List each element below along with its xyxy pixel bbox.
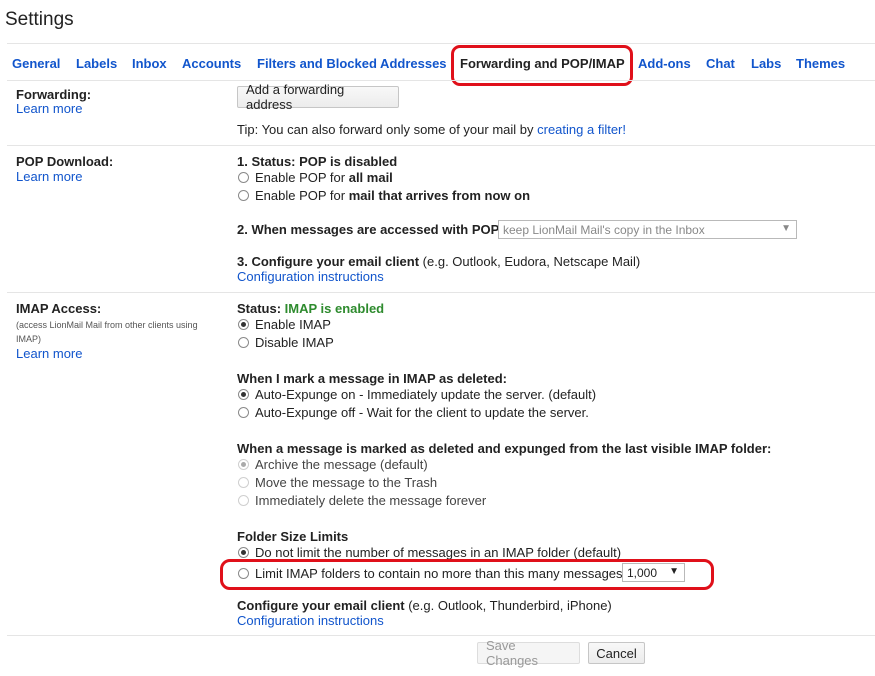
page-title: Settings (5, 9, 74, 30)
imap-status-prefix: Status: (237, 301, 285, 316)
radio-icon[interactable] (238, 477, 249, 488)
limit-count-value: 1,000 (627, 565, 658, 580)
tab-labs[interactable]: Labs (751, 56, 781, 71)
tab-themes[interactable]: Themes (796, 56, 845, 71)
save-changes-button[interactable]: Save Changes (477, 638, 580, 668)
pop-enable-all-bold: all mail (348, 170, 393, 185)
section-divider (7, 635, 875, 636)
radio-icon[interactable] (238, 459, 249, 470)
imap-note: (access LionMail Mail from other clients… (16, 320, 198, 344)
imap-title: IMAP Access: (16, 301, 102, 316)
tab-general[interactable]: General (12, 56, 60, 71)
radio-icon[interactable] (238, 389, 249, 400)
imap-enable-option[interactable]: Enable IMAP (238, 317, 331, 332)
radio-icon[interactable] (238, 547, 249, 558)
limit-option[interactable]: Limit IMAP folders to contain no more th… (238, 566, 623, 581)
tabs-divider (7, 43, 875, 44)
chevron-down-icon: ▼ (669, 566, 679, 577)
radio-icon[interactable] (238, 568, 249, 579)
imap-disable-label: Disable IMAP (255, 335, 334, 350)
trash-option[interactable]: Move the message to the Trash (238, 475, 437, 490)
pop-learn-more-link[interactable]: Learn more (16, 169, 82, 184)
auto-expunge-off-label: Auto-Expunge off - Wait for the client t… (255, 405, 589, 420)
creating-filter-link[interactable]: creating a filter! (537, 122, 626, 137)
tab-chat[interactable]: Chat (706, 56, 735, 71)
imap-configure-label: Configure your email client (237, 598, 405, 613)
imap-enable-label: Enable IMAP (255, 317, 331, 332)
limit-count-select[interactable]: 1,000 ▼ (622, 563, 685, 582)
forwarding-tip-text: Tip: You can also forward only some of y… (237, 122, 538, 137)
archive-label: Archive the message (default) (255, 457, 428, 472)
imap-learn-more-link[interactable]: Learn more (16, 346, 82, 361)
pop-enable-now-option[interactable]: Enable POP for mail that arrives from no… (238, 188, 530, 203)
imap-status-value: IMAP is enabled (284, 301, 385, 316)
no-limit-label: Do not limit the number of messages in a… (255, 545, 622, 560)
auto-expunge-off-option[interactable]: Auto-Expunge off - Wait for the client t… (238, 405, 589, 420)
section-divider (7, 292, 875, 293)
archive-option[interactable]: Archive the message (default) (238, 457, 428, 472)
chevron-down-icon: ▼ (781, 223, 791, 234)
auto-expunge-on-option[interactable]: Auto-Expunge on - Immediately update the… (238, 387, 596, 402)
pop-status: 1. Status: POP is disabled (237, 154, 398, 169)
forwarding-learn-more-link[interactable]: Learn more (16, 101, 82, 116)
radio-icon[interactable] (238, 495, 249, 506)
radio-icon[interactable] (238, 337, 249, 348)
pop-accessed-label: 2. When messages are accessed with POP (237, 222, 500, 237)
auto-expunge-on-label: Auto-Expunge on - Immediately update the… (255, 387, 597, 402)
imap-disable-option[interactable]: Disable IMAP (238, 335, 334, 350)
add-forwarding-address-button[interactable]: Add a forwarding address (237, 82, 399, 112)
cancel-button[interactable]: Cancel (588, 642, 645, 664)
trash-label: Move the message to the Trash (255, 475, 438, 490)
tab-forwarding-pop-imap[interactable]: Forwarding and POP/IMAP (460, 56, 625, 71)
imap-config-instructions-link[interactable]: Configuration instructions (237, 613, 384, 628)
pop-config-instructions-link[interactable]: Configuration instructions (237, 269, 384, 284)
pop-enable-now-prefix: Enable POP for (255, 188, 349, 203)
pop-enable-now-bold: mail that arrives from now on (348, 188, 531, 203)
imap-configure-hint: (e.g. Outlook, Thunderbird, iPhone) (408, 598, 612, 613)
imap-deleted-heading: When I mark a message in IMAP as deleted… (237, 371, 507, 386)
radio-icon[interactable] (238, 319, 249, 330)
pop-configure: 3. Configure your email client (e.g. Out… (237, 254, 640, 269)
imap-configure: Configure your email client (e.g. Outloo… (237, 598, 612, 613)
pop-configure-label: 3. Configure your email client (237, 254, 420, 269)
radio-icon[interactable] (238, 190, 249, 201)
pop-title: POP Download: (16, 154, 114, 169)
tab-labels[interactable]: Labels (76, 56, 117, 71)
pop-enable-all-option[interactable]: Enable POP for all mail (238, 170, 393, 185)
delete-forever-label: Immediately delete the message forever (255, 493, 487, 508)
radio-icon[interactable] (238, 407, 249, 418)
imap-expunged-heading: When a message is marked as deleted and … (237, 441, 772, 456)
radio-icon[interactable] (238, 172, 249, 183)
folder-size-heading: Folder Size Limits (237, 529, 349, 544)
tab-inbox[interactable]: Inbox (132, 56, 167, 71)
section-divider (7, 80, 875, 81)
forwarding-tip: Tip: You can also forward only some of y… (237, 122, 626, 137)
limit-label: Limit IMAP folders to contain no more th… (255, 566, 623, 581)
section-divider (7, 145, 875, 146)
tab-accounts[interactable]: Accounts (182, 56, 241, 71)
pop-accessed-select-value: keep LionMail Mail's copy in the Inbox (503, 222, 705, 237)
pop-enable-all-prefix: Enable POP for (255, 170, 349, 185)
imap-status: Status: IMAP is enabled (237, 301, 384, 316)
forwarding-title: Forwarding: (16, 87, 92, 102)
tab-add-ons[interactable]: Add-ons (638, 56, 691, 71)
pop-accessed-select[interactable]: keep LionMail Mail's copy in the Inbox ▼ (498, 220, 797, 239)
tab-filters[interactable]: Filters and Blocked Addresses (257, 56, 447, 71)
pop-configure-hint: (e.g. Outlook, Eudora, Netscape Mail) (422, 254, 641, 269)
no-limit-option[interactable]: Do not limit the number of messages in a… (238, 545, 621, 560)
delete-forever-option[interactable]: Immediately delete the message forever (238, 493, 486, 508)
